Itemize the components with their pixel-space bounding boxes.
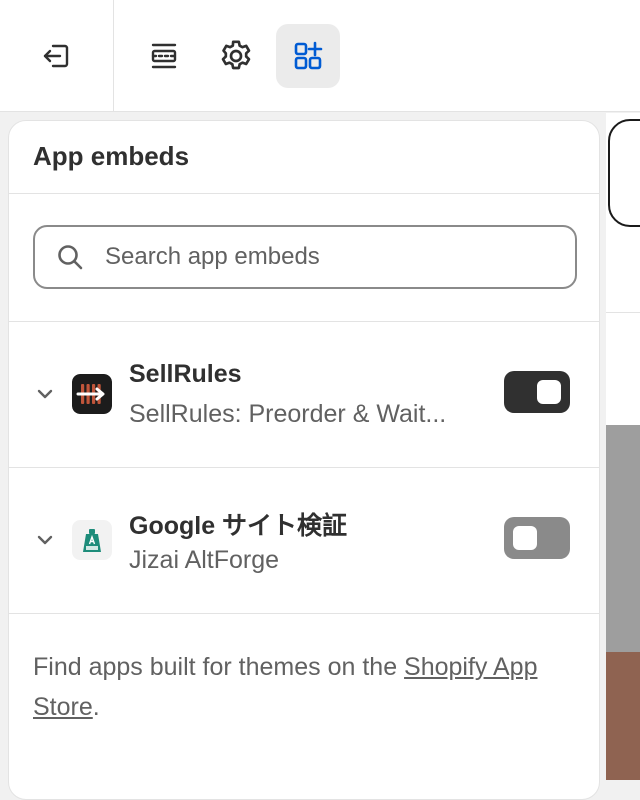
footer-text: Find apps built for themes on the Shopif… [33, 653, 538, 721]
sections-button[interactable] [132, 24, 196, 88]
preview-image-2 [606, 652, 640, 780]
embed-toggle-off[interactable] [504, 517, 570, 559]
jizai-app-icon [72, 520, 112, 560]
editor-toolbar [0, 0, 640, 112]
chevron-down-icon[interactable] [31, 380, 59, 408]
app-embeds-button[interactable] [276, 24, 340, 88]
preview-area [606, 113, 640, 780]
preview-frame [608, 119, 640, 227]
embed-name: Google サイト検証 [129, 512, 348, 540]
exit-button[interactable] [24, 24, 88, 88]
toolbar-divider [113, 0, 114, 112]
embed-toggle-on[interactable] [504, 371, 570, 413]
apps-add-icon [294, 41, 323, 70]
preview-image [606, 425, 640, 652]
chevron-down-icon[interactable] [31, 526, 59, 554]
gear-icon [221, 40, 251, 70]
sections-icon [151, 43, 177, 69]
embed-row-sellrules: SellRules SellRules: Preorder & Wait... [9, 322, 599, 467]
settings-button[interactable] [204, 24, 268, 88]
embed-subtitle: Jizai AltForge [129, 546, 280, 574]
exit-icon [43, 44, 69, 68]
embed-row-google: Google サイト検証 Jizai AltForge [9, 468, 599, 613]
sellrules-app-icon [72, 374, 112, 414]
embed-subtitle: SellRules: Preorder & Wait... [129, 400, 447, 428]
embed-name: SellRules [129, 360, 242, 388]
search-box[interactable] [33, 225, 577, 289]
app-embeds-panel: App embeds Search app embeds SellRules S… [8, 120, 600, 800]
panel-title: App embeds [33, 141, 190, 171]
search-input[interactable] [105, 243, 545, 271]
search-icon [35, 242, 105, 272]
